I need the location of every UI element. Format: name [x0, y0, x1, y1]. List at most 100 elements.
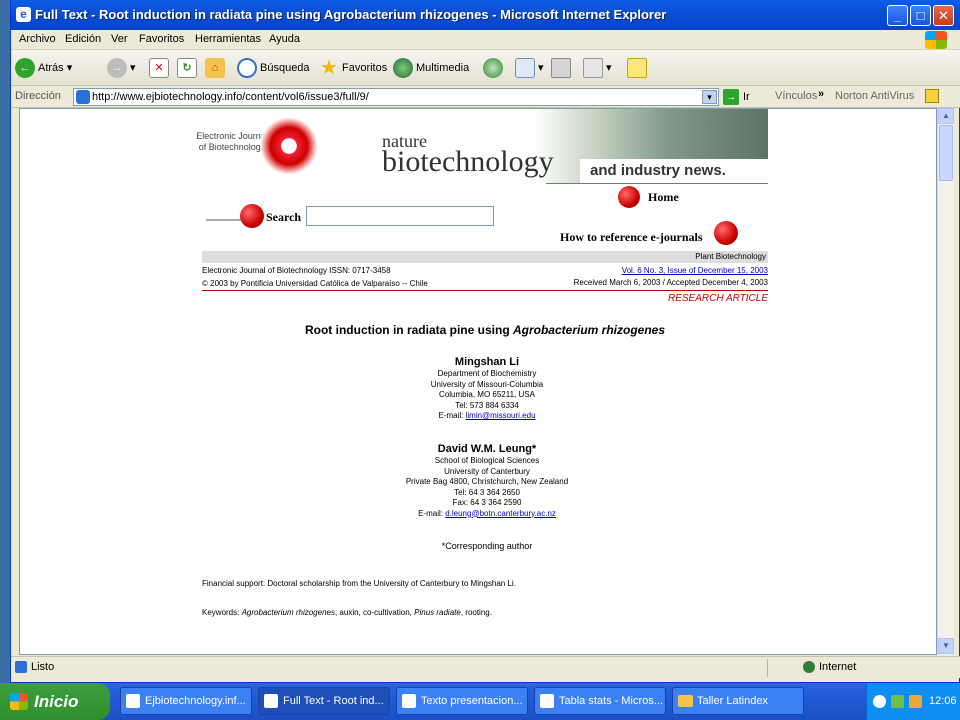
- ejb-logo-text[interactable]: Electronic Journal of Biotechnology: [196, 131, 268, 153]
- financial-support: Financial support: Doctoral scholarship …: [202, 579, 516, 588]
- edit-icon: [583, 58, 603, 79]
- ie-task-icon: [264, 694, 278, 708]
- word-task-icon: [540, 694, 554, 708]
- keyword-agrobacterium: Agrobacterium rhizogenes: [241, 608, 335, 617]
- task-full-text[interactable]: Full Text - Root ind...: [258, 687, 390, 715]
- reference-ball-icon[interactable]: [714, 221, 738, 245]
- article-title-species: Agrobacterium rhizogenes: [512, 323, 666, 337]
- task-texto-presentacion[interactable]: Texto presentacion...: [396, 687, 528, 715]
- author1-email-link[interactable]: limin@missouri.edu: [466, 411, 536, 420]
- author1-line: Department of Biochemistry: [437, 369, 537, 378]
- author2-email-label: E-mail:: [418, 508, 446, 518]
- author2-line: Tel: 64 3 364 2650: [454, 487, 520, 497]
- address-input[interactable]: http://www.ejbiotechnology.info/content/…: [73, 88, 719, 106]
- history-button[interactable]: [483, 56, 506, 80]
- toolbar: ← Atrás ▾ → ▾ ✕ ↻ ⌂ Búsqueda ★ Favoritos Mu…: [11, 50, 960, 86]
- clock[interactable]: 12:06: [929, 683, 957, 720]
- stop-button[interactable]: ✕: [149, 56, 172, 80]
- author2-line: Fax: 64 3 364 2590: [452, 498, 522, 507]
- menu-archivo[interactable]: Archivo: [19, 33, 56, 45]
- window-title: Full Text - Root induction in radiata pi…: [35, 7, 667, 22]
- home-icon: ⌂: [205, 58, 225, 79]
- search-button[interactable]: Búsqueda: [237, 56, 310, 80]
- task-taller-latindex[interactable]: Taller Latindex: [672, 687, 804, 715]
- home-ball-icon[interactable]: [618, 186, 640, 208]
- antivirus-label[interactable]: Norton AntiVirus: [835, 90, 914, 102]
- favorites-button[interactable]: ★ Favoritos: [319, 56, 387, 80]
- how-to-reference-link[interactable]: How to reference e-journals: [560, 230, 703, 245]
- author2-email-link[interactable]: d.leung@botn.canterbury.ac.nz: [445, 509, 556, 518]
- title-bar[interactable]: e Full Text - Root induction in radiata …: [11, 0, 960, 30]
- author2-block: David W.M. Leung* School of Biological S…: [352, 442, 622, 519]
- maximize-button[interactable]: □: [910, 5, 931, 26]
- ejb-logo-emblem: [260, 117, 318, 175]
- refresh-button[interactable]: ↻: [177, 56, 200, 80]
- security-icon[interactable]: [909, 695, 922, 708]
- edit-button[interactable]: ▾: [583, 56, 612, 80]
- go-arrow-icon: →: [723, 89, 739, 106]
- menu-herramientas[interactable]: Herramientas: [195, 33, 261, 45]
- author1-line: University of Missouri-Columbia: [430, 379, 544, 389]
- multimedia-icon: [393, 58, 413, 79]
- issue-link[interactable]: Vol. 6 No. 3, Issue of December 15, 2003: [520, 266, 768, 275]
- mail-button[interactable]: ▾: [515, 56, 544, 80]
- close-button[interactable]: ✕: [933, 5, 954, 26]
- printer-icon: [551, 58, 571, 79]
- search-ball-icon: [240, 204, 264, 228]
- author2-line: Private Bag 4800, Christchurch, New Zeal…: [405, 477, 569, 486]
- antivirus-icon[interactable]: [925, 89, 939, 103]
- keywords-middle: , auxin, co-cultivation,: [334, 608, 415, 617]
- forward-button[interactable]: → ▾: [107, 56, 136, 80]
- go-button[interactable]: → Ir: [723, 89, 750, 106]
- page-viewport: Electronic Journal of Biotechnology natu…: [19, 108, 937, 655]
- article-title-text: Root induction in radiata pine using: [304, 323, 513, 337]
- journal-line: Electronic Journal of Biotechnology ISSN…: [202, 266, 391, 275]
- folder-task-icon: [678, 695, 693, 707]
- menu-bar: Archivo Edición Ver Favoritos Herramient…: [11, 30, 960, 50]
- status-text: Listo: [31, 661, 55, 673]
- menu-ver[interactable]: Ver: [111, 33, 128, 45]
- menu-favoritos[interactable]: Favoritos: [139, 33, 184, 45]
- address-bar: Dirección http://www.ejbiotechnology.inf…: [11, 86, 960, 108]
- author2-email-row: E-mail: d.leung@botn.canterbury.ac.nz: [352, 509, 622, 520]
- start-button[interactable]: Inicio: [0, 683, 110, 720]
- task-tabla-stats[interactable]: Tabla stats - Micros...: [534, 687, 666, 715]
- search-field[interactable]: [306, 206, 494, 226]
- scroll-thumb[interactable]: [939, 125, 953, 181]
- mail-icon: [515, 58, 535, 79]
- home-button[interactable]: ⌂: [205, 56, 228, 80]
- scroll-up-button[interactable]: ▲: [938, 108, 954, 124]
- start-label: Inicio: [34, 692, 79, 711]
- links-chevron-icon[interactable]: »: [818, 88, 824, 100]
- menu-edicion[interactable]: Edición: [65, 33, 101, 45]
- article-type: RESEARCH ARTICLE: [667, 293, 768, 304]
- menu-ayuda[interactable]: Ayuda: [269, 33, 300, 45]
- task-ejbiotechnology[interactable]: Ejbiotechnology.inf...: [120, 687, 252, 715]
- tray-icon[interactable]: [873, 695, 886, 708]
- search-icon: [237, 58, 257, 79]
- author1-line: Tel: 573 884 6334: [455, 400, 519, 410]
- stop-icon: ✕: [149, 58, 169, 79]
- banner-biotechnology: biotechnology: [382, 145, 554, 178]
- multimedia-button[interactable]: Multimedia: [393, 56, 469, 80]
- back-button[interactable]: ← Atrás ▾: [15, 56, 72, 80]
- author1-email-label: E-mail:: [438, 411, 466, 420]
- system-tray: 12:06: [866, 683, 960, 720]
- section-label: Plant Biotechnology: [695, 252, 766, 261]
- windows-logo-icon: [10, 693, 28, 710]
- address-dropdown-button[interactable]: ▾: [702, 90, 717, 104]
- back-arrow-icon: ←: [15, 58, 35, 79]
- vertical-scrollbar[interactable]: ▲ ▼: [937, 108, 954, 655]
- notes-button[interactable]: [627, 56, 650, 80]
- network-icon[interactable]: [891, 695, 904, 708]
- keywords-end: , rooting.: [460, 608, 492, 617]
- scroll-down-button[interactable]: ▼: [938, 638, 954, 654]
- links-label[interactable]: Vínculos: [775, 90, 817, 102]
- print-button[interactable]: [551, 56, 574, 80]
- corresponding-note: *Corresponding author: [441, 541, 533, 551]
- minimize-button[interactable]: _: [887, 5, 908, 26]
- header-rule: [202, 290, 768, 291]
- home-link[interactable]: Home: [648, 190, 679, 205]
- keywords-label: Keywords:: [202, 608, 242, 617]
- author1-line: Columbia, MO 65211, USA: [439, 390, 535, 399]
